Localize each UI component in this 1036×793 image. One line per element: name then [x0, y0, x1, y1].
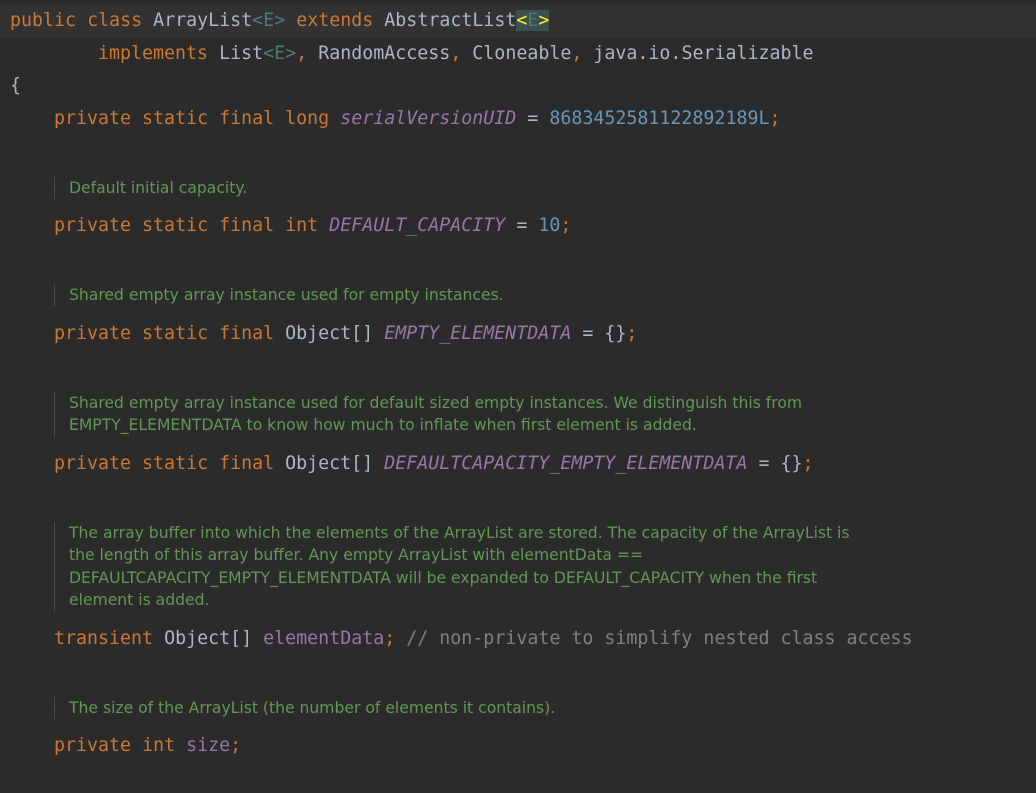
field-type: Object[]: [164, 628, 253, 649]
modifiers: private static final: [54, 108, 275, 129]
semicolon: ;: [802, 453, 814, 474]
field-value: {}: [604, 323, 627, 344]
superclass-name: AbstractList: [384, 10, 517, 31]
doc-line: the length of this array buffer. Any emp…: [69, 546, 644, 565]
assign-operator: =: [527, 108, 539, 129]
doc-line: Default initial capacity.: [69, 179, 248, 197]
field-type: int: [142, 735, 176, 756]
semicolon: ;: [626, 323, 638, 344]
field-value: 8683452581122892189L: [549, 108, 770, 129]
angle-open: <: [252, 10, 264, 31]
matched-angle-open: <: [516, 10, 528, 31]
field-name: EMPTY_ELEMENTDATA: [384, 323, 572, 344]
superclass-type-parameter: E: [527, 10, 539, 31]
assign-operator: =: [758, 453, 770, 474]
field-type: Object[]: [285, 453, 374, 474]
field-type: Object[]: [285, 323, 374, 344]
doc-line: Shared empty array instance used for def…: [69, 394, 803, 412]
field-name: size: [186, 735, 231, 756]
angle-open: <: [263, 43, 275, 64]
modifiers: private static final: [54, 323, 275, 344]
field-serial-version-uid[interactable]: private static final long serialVersionU…: [54, 107, 780, 131]
field-default-capacity[interactable]: private static final int DEFAULT_CAPACIT…: [54, 214, 571, 238]
semicolon: ;: [560, 215, 572, 236]
doc-line: EMPTY_ELEMENTDATA to know how much to in…: [69, 416, 697, 435]
keyword-extends: extends: [296, 10, 374, 31]
open-brace-line[interactable]: {: [10, 74, 21, 98]
doc-comment-element-data[interactable]: The array buffer into which the elements…: [54, 522, 850, 612]
field-type: int: [285, 215, 319, 236]
comma: ,: [571, 43, 583, 64]
field-name: elementData: [263, 628, 385, 649]
field-size[interactable]: private int size;: [54, 734, 241, 758]
field-empty-elementdata[interactable]: private static final Object[] EMPTY_ELEM…: [54, 322, 637, 346]
field-name: serialVersionUID: [340, 108, 517, 129]
semicolon: ;: [230, 735, 242, 756]
code-editor[interactable]: public class ArrayList<E> extends Abstra…: [0, 0, 1036, 793]
doc-comment-empty-elementdata[interactable]: Shared empty array instance used for emp…: [54, 284, 504, 307]
doc-line: Shared empty array instance used for emp…: [69, 286, 504, 304]
interface-list: List: [219, 43, 264, 64]
doc-comment-size[interactable]: The size of the ArrayList (the number of…: [54, 697, 556, 720]
type-parameter: E: [274, 43, 286, 64]
interface-random-access: RandomAccess: [318, 43, 451, 64]
line-comment: // non-private to simplify nested class …: [406, 628, 913, 649]
doc-line: DEFAULTCAPACITY_EMPTY_ELEMENTDATA will b…: [69, 568, 818, 587]
assign-operator: =: [516, 215, 528, 236]
modifiers: private: [54, 735, 132, 756]
field-defaultcapacity-empty-elementdata[interactable]: private static final Object[] DEFAULTCAP…: [54, 452, 814, 476]
comma: ,: [296, 43, 308, 64]
keyword-implements: implements: [98, 43, 209, 64]
modifiers: private static final: [54, 215, 275, 236]
semicolon: ;: [384, 628, 396, 649]
keyword-public: public: [10, 10, 77, 31]
doc-line: The array buffer into which the elements…: [69, 524, 850, 542]
assign-operator: =: [582, 323, 594, 344]
matched-angle-close: >: [538, 10, 550, 31]
class-declaration-line[interactable]: public class ArrayList<E> extends Abstra…: [10, 9, 550, 33]
doc-line: element is added.: [69, 591, 210, 610]
field-name: DEFAULT_CAPACITY: [329, 215, 506, 236]
field-value: 10: [538, 215, 561, 236]
implements-line[interactable]: implements List<E>, RandomAccess, Clonea…: [98, 42, 814, 66]
type-parameter: E: [263, 10, 275, 31]
comma: ,: [450, 43, 462, 64]
doc-comment-default-capacity[interactable]: Default initial capacity.: [54, 177, 248, 200]
modifier-transient: transient: [54, 628, 154, 649]
field-element-data[interactable]: transient Object[] elementData; // non-p…: [54, 627, 913, 651]
interface-serializable: java.io.Serializable: [593, 43, 814, 64]
field-value: {}: [780, 453, 803, 474]
interface-cloneable: Cloneable: [472, 43, 572, 64]
modifiers: private static final: [54, 453, 275, 474]
angle-close: >: [285, 43, 297, 64]
doc-line: The size of the ArrayList (the number of…: [69, 699, 556, 717]
field-name: DEFAULTCAPACITY_EMPTY_ELEMENTDATA: [384, 453, 748, 474]
field-type: long: [285, 108, 330, 129]
angle-close: >: [274, 10, 286, 31]
semicolon: ;: [769, 108, 781, 129]
class-name: ArrayList: [153, 10, 253, 31]
keyword-class: class: [87, 10, 143, 31]
doc-comment-defaultcapacity-empty-elementdata[interactable]: Shared empty array instance used for def…: [54, 392, 802, 437]
open-brace: {: [10, 75, 22, 96]
